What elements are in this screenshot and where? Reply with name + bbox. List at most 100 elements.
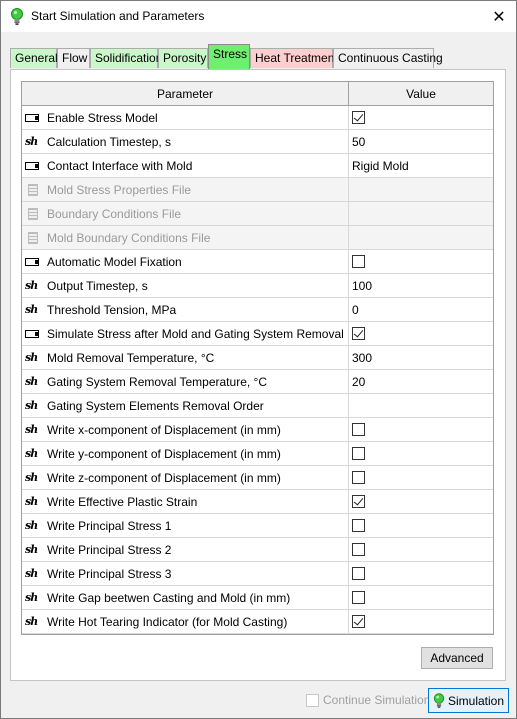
value-cell[interactable]: 20	[349, 370, 493, 393]
parameter-cell: 𝒔𝒉 Gating System Removal Temperature, °C	[22, 370, 349, 393]
parameter-cell: 𝒔𝒉 Output Timestep, s	[22, 274, 349, 297]
numeric-icon: 𝒔𝒉	[25, 614, 38, 628]
parameter-cell: Mold Boundary Conditions File	[22, 226, 349, 249]
close-button[interactable]: ✕	[482, 1, 516, 32]
tab-heat-treatment[interactable]: Heat Treatment	[250, 48, 338, 68]
table-row[interactable]: 𝒔𝒉 Write x-component of Displacement (in …	[22, 418, 493, 442]
value-checkbox[interactable]	[352, 423, 365, 436]
value-cell[interactable]: 300	[349, 346, 493, 369]
table-row[interactable]: 𝒔𝒉 Write Principal Stress 2	[22, 538, 493, 562]
value-checkbox[interactable]	[352, 615, 365, 628]
numeric-icon: 𝒔𝒉	[25, 350, 38, 364]
table-row[interactable]: 𝒔𝒉 Threshold Tension, MPa 0	[22, 298, 493, 322]
tab-flow[interactable]: Flow	[57, 48, 90, 68]
value-cell[interactable]	[349, 250, 493, 273]
numeric-icon: 𝒔𝒉	[25, 278, 38, 292]
value-cell[interactable]	[349, 322, 493, 345]
value-checkbox[interactable]	[352, 591, 365, 604]
advanced-button[interactable]: Advanced	[421, 647, 493, 669]
value-cell[interactable]	[349, 442, 493, 465]
value-cell[interactable]	[349, 538, 493, 561]
grid-header: Parameter Value	[22, 82, 493, 106]
value-cell[interactable]	[349, 514, 493, 537]
continue-simulation-label: Continue Simulation	[323, 693, 431, 707]
table-row[interactable]: 𝒔𝒉 Write z-component of Displacement (in …	[22, 466, 493, 490]
parameter-cell: 𝒔𝒉 Write Principal Stress 3	[22, 562, 349, 585]
value-checkbox[interactable]	[352, 471, 365, 484]
parameter-label: Mold Removal Temperature, °C	[47, 350, 215, 365]
column-header-parameter[interactable]: Parameter	[22, 82, 349, 105]
value-checkbox[interactable]	[352, 495, 365, 508]
table-row[interactable]: 𝒔𝒉 Gating System Elements Removal Order	[22, 394, 493, 418]
parameter-cell: 𝒔𝒉 Write x-component of Displacement (in …	[22, 418, 349, 441]
tab-general[interactable]: General	[10, 48, 58, 68]
table-row[interactable]: 𝒔𝒉 Write y-component of Displacement (in …	[22, 442, 493, 466]
value-cell[interactable]: 100	[349, 274, 493, 297]
value-checkbox[interactable]	[352, 255, 365, 268]
parameter-label: Write Effective Plastic Strain	[47, 494, 198, 509]
parameter-label: Enable Stress Model	[47, 110, 158, 125]
lightbulb-icon	[11, 8, 23, 25]
tab-porosity[interactable]: Porosity	[158, 48, 208, 68]
tab-continuous-casting[interactable]: Continuous Casting	[333, 48, 443, 68]
value-cell[interactable]: Rigid Mold	[349, 154, 493, 177]
value-cell[interactable]	[349, 466, 493, 489]
value-checkbox[interactable]	[352, 567, 365, 580]
value-checkbox[interactable]	[352, 519, 365, 532]
value-cell[interactable]	[349, 106, 493, 129]
parameter-label: Calculation Timestep, s	[47, 134, 172, 149]
table-row[interactable]: 𝒔𝒉 Write Effective Plastic Strain	[22, 490, 493, 514]
value-cell[interactable]: 50	[349, 130, 493, 153]
table-row[interactable]: Contact Interface with Mold Rigid Mold	[22, 154, 493, 178]
simulation-button-label: Simulation	[447, 693, 505, 708]
parameter-cell: Enable Stress Model	[22, 106, 349, 129]
table-row[interactable]: 𝒔𝒉 Write Gap beetwen Casting and Mold (in…	[22, 586, 493, 610]
table-row[interactable]: Enable Stress Model	[22, 106, 493, 130]
table-row[interactable]: 𝒔𝒉 Output Timestep, s 100	[22, 274, 493, 298]
parameter-label: Automatic Model Fixation	[47, 254, 182, 269]
numeric-icon: 𝒔𝒉	[25, 374, 38, 388]
value-cell[interactable]: 0	[349, 298, 493, 321]
parameter-label: Output Timestep, s	[47, 278, 148, 293]
table-row[interactable]: Simulate Stress after Mold and Gating Sy…	[22, 322, 493, 346]
column-header-value[interactable]: Value	[349, 82, 493, 105]
numeric-icon: 𝒔𝒉	[25, 542, 38, 556]
parameter-cell: 𝒔𝒉 Gating System Elements Removal Order	[22, 394, 349, 417]
table-row[interactable]: 𝒔𝒉 Mold Removal Temperature, °C 300	[22, 346, 493, 370]
value-checkbox[interactable]	[352, 327, 365, 340]
table-row[interactable]: 𝒔𝒉 Write Principal Stress 3	[22, 562, 493, 586]
table-row[interactable]: 𝒔𝒉 Write Principal Stress 1	[22, 514, 493, 538]
parameter-label: Write z-component of Displacement (in mm…	[47, 470, 281, 485]
value-cell[interactable]	[349, 586, 493, 609]
numeric-icon: 𝒔𝒉	[25, 398, 38, 412]
parameter-cell: Boundary Conditions File	[22, 202, 349, 225]
tab-stress[interactable]: Stress	[208, 44, 250, 69]
continue-simulation-checkbox: Continue Simulation	[306, 693, 430, 707]
tab-solidification[interactable]: Solidification	[90, 48, 162, 68]
value-cell[interactable]	[349, 490, 493, 513]
value-text: 20	[352, 374, 366, 389]
table-row[interactable]: Automatic Model Fixation	[22, 250, 493, 274]
close-icon: ✕	[492, 8, 506, 26]
parameter-label: Gating System Elements Removal Order	[47, 398, 264, 413]
parameter-cell: Mold Stress Properties File	[22, 178, 349, 201]
value-checkbox[interactable]	[352, 447, 365, 460]
table-row[interactable]: 𝒔𝒉 Calculation Timestep, s 50	[22, 130, 493, 154]
value-checkbox[interactable]	[352, 543, 365, 556]
simulation-button[interactable]: Simulation	[428, 688, 509, 713]
parameter-label: Simulate Stress after Mold and Gating Sy…	[47, 326, 344, 341]
table-row[interactable]: 𝒔𝒉 Gating System Removal Temperature, °C 2…	[22, 370, 493, 394]
parameter-label: Boundary Conditions File	[47, 206, 182, 221]
value-cell[interactable]	[349, 418, 493, 441]
parameter-cell: 𝒔𝒉 Calculation Timestep, s	[22, 130, 349, 153]
value-checkbox[interactable]	[352, 111, 365, 124]
table-row: Mold Boundary Conditions File	[22, 226, 493, 250]
value-cell[interactable]	[349, 394, 493, 417]
parameter-label: Contact Interface with Mold	[47, 158, 193, 173]
table-row[interactable]: 𝒔𝒉 Write Hot Tearing Indicator (for Mold …	[22, 610, 493, 634]
parameter-cell: Contact Interface with Mold	[22, 154, 349, 177]
value-cell[interactable]	[349, 610, 493, 633]
window-title: Start Simulation and Parameters	[31, 9, 205, 23]
value-cell[interactable]	[349, 562, 493, 585]
file-icon	[25, 231, 41, 244]
